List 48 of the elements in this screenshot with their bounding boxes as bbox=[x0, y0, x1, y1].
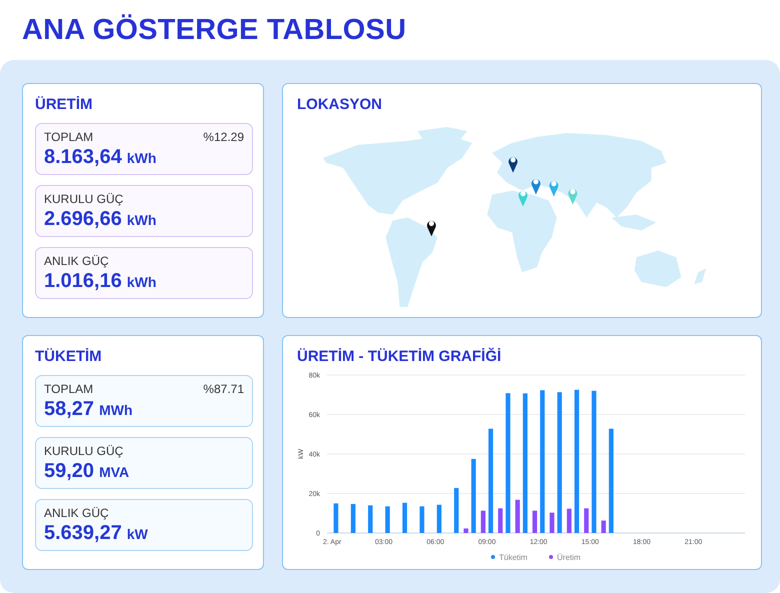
bar bbox=[436, 504, 442, 533]
stat-value: 5.639,27 bbox=[44, 522, 122, 544]
stat-unit: kWh bbox=[126, 274, 156, 290]
stat-unit: kWh bbox=[126, 212, 156, 228]
bar bbox=[464, 528, 468, 533]
stat-value: 2.696,66 bbox=[44, 208, 122, 230]
legend-label[interactable]: Üretim bbox=[557, 553, 581, 562]
bar bbox=[368, 505, 373, 533]
panel-title: TÜKETİM bbox=[35, 348, 103, 365]
stat-label: ANLIK GÜÇ bbox=[44, 506, 109, 520]
bar bbox=[550, 512, 554, 533]
bar bbox=[480, 510, 486, 533]
stat-unit: MVA bbox=[99, 464, 130, 480]
map-pin-icon[interactable] bbox=[508, 157, 518, 173]
bar bbox=[584, 508, 589, 533]
stat-label: TOPLAM bbox=[44, 382, 94, 396]
panel-title: LOKASYON bbox=[297, 96, 384, 113]
bar bbox=[420, 506, 424, 533]
bar bbox=[601, 520, 606, 533]
bar bbox=[498, 508, 503, 533]
stat-label: ANLIK GÜÇ bbox=[44, 254, 109, 268]
bar bbox=[350, 504, 356, 533]
bar bbox=[402, 502, 408, 533]
bar bbox=[334, 503, 338, 533]
stat-value: 8.163,64 bbox=[44, 146, 122, 168]
landmass-shape bbox=[694, 268, 706, 284]
bar bbox=[515, 500, 520, 533]
bar bbox=[532, 510, 538, 533]
panel-title: ÜRETİM - TÜKETİM GRAFİĞİ bbox=[297, 348, 502, 365]
landmass-shape bbox=[634, 250, 682, 288]
stat-unit: MWh bbox=[99, 402, 132, 418]
page-title: ANA GÖSTERGE TABLOSU bbox=[22, 14, 406, 46]
percent-text: %87.71 bbox=[203, 382, 244, 396]
percent-text: %12.29 bbox=[203, 130, 244, 144]
stat-value: 58,27 bbox=[44, 398, 94, 420]
bar bbox=[566, 508, 572, 533]
stat-label: TOPLAM bbox=[44, 130, 94, 144]
stat-label: KURULU GÜÇ bbox=[44, 192, 124, 206]
stat-unit: kW bbox=[126, 526, 148, 542]
stat-unit: kWh bbox=[126, 150, 156, 166]
stat-value: 1.016,16 bbox=[44, 270, 122, 292]
bar bbox=[454, 488, 459, 533]
legend-label[interactable]: Tüketim bbox=[499, 553, 528, 562]
bar bbox=[385, 506, 390, 533]
panel-title: ÜRETİM bbox=[35, 96, 94, 113]
stat-value: 59,20 bbox=[44, 460, 94, 482]
stat-label: KURULU GÜÇ bbox=[44, 444, 124, 458]
map-pin-icon[interactable] bbox=[427, 220, 436, 236]
